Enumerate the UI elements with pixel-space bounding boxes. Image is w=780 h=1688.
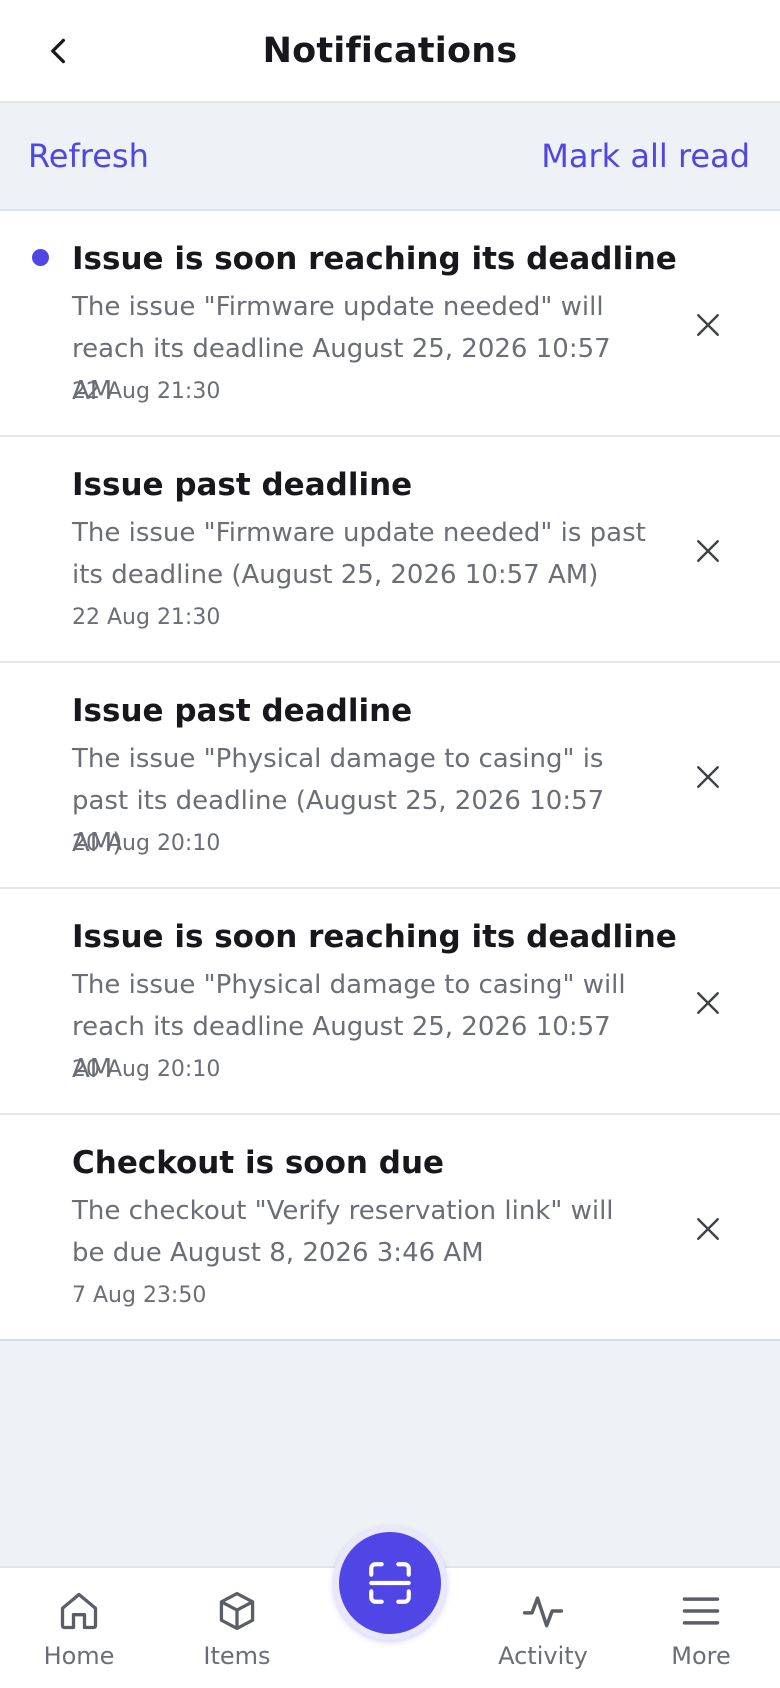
nav-items[interactable]: Items bbox=[167, 1568, 307, 1688]
notification-item[interactable]: Issue past deadline The issue "Firmware … bbox=[0, 437, 780, 663]
close-icon bbox=[697, 992, 719, 1014]
close-icon bbox=[697, 766, 719, 788]
notification-title: Issue is soon reaching its deadline bbox=[72, 919, 677, 955]
notifications-screen: Notifications Refresh Mark all read Issu… bbox=[0, 0, 780, 1688]
home-icon bbox=[56, 1588, 102, 1634]
notification-time: 22 Aug 21:30 bbox=[72, 605, 221, 630]
nav-more[interactable]: More bbox=[631, 1568, 771, 1688]
nav-home-label: Home bbox=[43, 1642, 115, 1670]
dismiss-button[interactable] bbox=[680, 1201, 736, 1257]
notification-item[interactable]: Issue is soon reaching its deadline The … bbox=[0, 889, 780, 1115]
back-button[interactable] bbox=[30, 22, 88, 80]
box-icon bbox=[214, 1588, 260, 1634]
header: Notifications bbox=[0, 0, 780, 103]
notification-list: Issue is soon reaching its deadline The … bbox=[0, 211, 780, 1341]
close-icon bbox=[697, 1218, 719, 1240]
refresh-button[interactable]: Refresh bbox=[28, 137, 149, 175]
action-bar: Refresh Mark all read bbox=[0, 103, 780, 211]
notification-item[interactable]: Issue past deadline The issue "Physical … bbox=[0, 663, 780, 889]
scan-button[interactable] bbox=[333, 1526, 447, 1640]
nav-items-label: Items bbox=[203, 1642, 271, 1670]
notification-time: 7 Aug 23:50 bbox=[72, 1283, 207, 1308]
chevron-left-icon bbox=[51, 38, 65, 64]
unread-indicator bbox=[32, 249, 49, 266]
notification-title: Issue past deadline bbox=[72, 467, 413, 503]
close-icon bbox=[697, 540, 719, 562]
nav-more-label: More bbox=[671, 1642, 731, 1670]
activity-icon bbox=[520, 1588, 566, 1634]
dismiss-button[interactable] bbox=[680, 523, 736, 579]
notification-body: The checkout "Verify reservation link" w… bbox=[72, 1196, 614, 1268]
close-icon bbox=[697, 314, 719, 336]
page-title: Notifications bbox=[262, 30, 518, 71]
notification-body: The issue "Firmware update needed" is pa… bbox=[72, 518, 646, 590]
nav-activity[interactable]: Activity bbox=[473, 1568, 613, 1688]
nav-activity-label: Activity bbox=[498, 1642, 588, 1670]
notification-title: Checkout is soon due bbox=[72, 1145, 445, 1181]
dismiss-button[interactable] bbox=[680, 297, 736, 353]
menu-icon bbox=[678, 1588, 724, 1634]
dismiss-button[interactable] bbox=[680, 975, 736, 1031]
notification-time: 20 Aug 20:10 bbox=[72, 831, 221, 856]
mark-all-read-button[interactable]: Mark all read bbox=[541, 137, 750, 175]
notification-title: Issue past deadline bbox=[72, 693, 413, 729]
notification-item[interactable]: Checkout is soon due The checkout "Verif… bbox=[0, 1115, 780, 1341]
nav-home[interactable]: Home bbox=[9, 1568, 149, 1688]
notification-title: Issue is soon reaching its deadline bbox=[72, 241, 677, 277]
scan-icon bbox=[369, 1562, 411, 1604]
notification-time: 20 Aug 20:10 bbox=[72, 1057, 221, 1082]
dismiss-button[interactable] bbox=[680, 749, 736, 805]
notification-time: 22 Aug 21:30 bbox=[72, 379, 221, 404]
notification-item[interactable]: Issue is soon reaching its deadline The … bbox=[0, 211, 780, 437]
